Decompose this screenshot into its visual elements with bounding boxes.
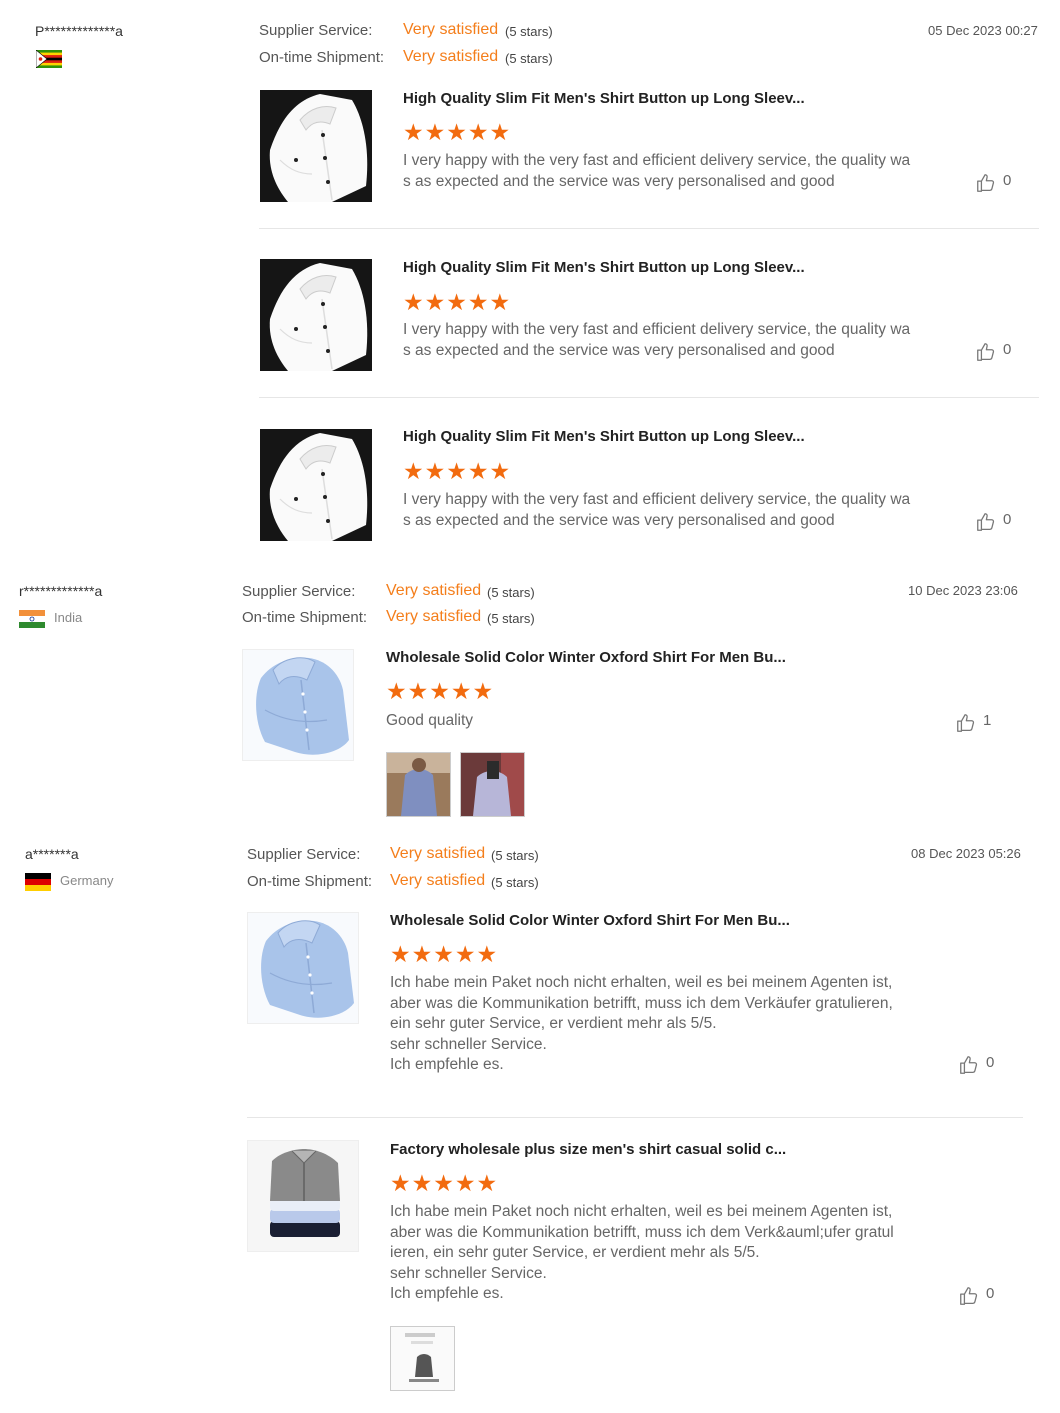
shipment-stars: (5 stars) (491, 875, 539, 890)
like-button[interactable]: 0 (975, 511, 1019, 533)
supplier-service-label: Supplier Service: (259, 22, 373, 39)
supplier-service-stars: (5 stars) (487, 585, 535, 600)
like-count: 0 (1003, 511, 1012, 528)
review-date: 08 Dec 2023 05:26 (911, 846, 1021, 861)
supplier-service-label: Supplier Service: (247, 846, 361, 863)
review-photo[interactable] (460, 752, 525, 817)
thumbs-up-icon (955, 712, 977, 734)
item-divider (259, 397, 1039, 398)
like-count: 1 (983, 712, 992, 729)
white-shirt-product-image[interactable] (260, 90, 372, 202)
product-title[interactable]: Wholesale Solid Color Winter Oxford Shir… (390, 912, 790, 929)
thumbs-up-icon (958, 1285, 980, 1307)
star-rating: ★★★★★ (390, 941, 499, 967)
item-divider (247, 1117, 1023, 1118)
reviewer-name: r*************a (19, 583, 103, 599)
review-date: 05 Dec 2023 00:27 (928, 23, 1038, 38)
shipment-value: Very satisfied (390, 872, 486, 889)
shipment-label: On-time Shipment: (242, 609, 368, 626)
thumbs-up-icon (958, 1054, 980, 1076)
shipment-value: Very satisfied (386, 608, 482, 625)
product-title[interactable]: High Quality Slim Fit Men's Shirt Button… (403, 428, 805, 445)
supplier-service-stars: (5 stars) (505, 24, 553, 39)
supplier-service-value: Very satisfied (403, 21, 499, 38)
review-text: Ich habe mein Paket noch nicht erhalten,… (390, 1203, 894, 1302)
item-divider (259, 228, 1039, 229)
like-button[interactable]: 0 (958, 1285, 1002, 1307)
shipment-stars: (5 stars) (505, 51, 553, 66)
star-rating: ★★★★★ (386, 678, 495, 704)
supplier-service-value: Very satisfied (386, 582, 482, 599)
review-photo[interactable] (386, 752, 451, 817)
supplier-service-label: Supplier Service: (242, 583, 356, 600)
review-text: I very happy with the very fast and effi… (403, 152, 911, 190)
product-title[interactable]: Wholesale Solid Color Winter Oxford Shir… (386, 649, 786, 666)
zimbabwe-flag-icon (35, 49, 62, 69)
white-shirt-product-image[interactable] (260, 259, 372, 371)
like-button[interactable]: 1 (955, 712, 999, 734)
stacked-shirts-product-image[interactable] (247, 1140, 359, 1252)
blue-shirt-product-image[interactable] (242, 649, 354, 761)
like-count: 0 (986, 1285, 995, 1302)
shipment-stars: (5 stars) (487, 611, 535, 626)
product-title[interactable]: High Quality Slim Fit Men's Shirt Button… (403, 90, 805, 107)
reviewer-name: P*************a (35, 23, 123, 39)
like-count: 0 (1003, 341, 1012, 358)
supplier-service-value: Very satisfied (390, 845, 486, 862)
review-date: 10 Dec 2023 23:06 (908, 583, 1018, 598)
product-title[interactable]: Factory wholesale plus size men's shirt … (390, 1141, 786, 1158)
review-text: Ich habe mein Paket noch nicht erhalten,… (390, 974, 893, 1073)
review-photo[interactable] (390, 1326, 455, 1391)
review-text: I very happy with the very fast and effi… (403, 321, 911, 359)
shipment-value: Very satisfied (403, 48, 499, 65)
like-count: 0 (1003, 172, 1012, 189)
like-button[interactable]: 0 (975, 172, 1019, 194)
reviewer-country: Germany (60, 873, 114, 888)
star-rating: ★★★★★ (403, 289, 512, 315)
like-count: 0 (986, 1054, 995, 1071)
review-text: Good quality (386, 712, 474, 729)
blue-shirt-product-image[interactable] (247, 912, 359, 1024)
review-text: I very happy with the very fast and effi… (403, 491, 911, 529)
reviewer-country: India (54, 610, 83, 625)
white-shirt-product-image[interactable] (260, 429, 372, 541)
shipment-label: On-time Shipment: (259, 49, 385, 66)
thumbs-up-icon (975, 341, 997, 363)
like-button[interactable]: 0 (958, 1054, 1002, 1076)
like-button[interactable]: 0 (975, 341, 1019, 363)
star-rating: ★★★★★ (403, 458, 512, 484)
thumbs-up-icon (975, 511, 997, 533)
germany-flag-icon (25, 873, 51, 891)
india-flag-icon (19, 610, 45, 628)
shipment-label: On-time Shipment: (247, 873, 373, 890)
reviewer-name: a*******a (25, 846, 79, 862)
product-title[interactable]: High Quality Slim Fit Men's Shirt Button… (403, 259, 805, 276)
star-rating: ★★★★★ (403, 119, 512, 145)
thumbs-up-icon (975, 172, 997, 194)
star-rating: ★★★★★ (390, 1170, 499, 1196)
supplier-service-stars: (5 stars) (491, 848, 539, 863)
